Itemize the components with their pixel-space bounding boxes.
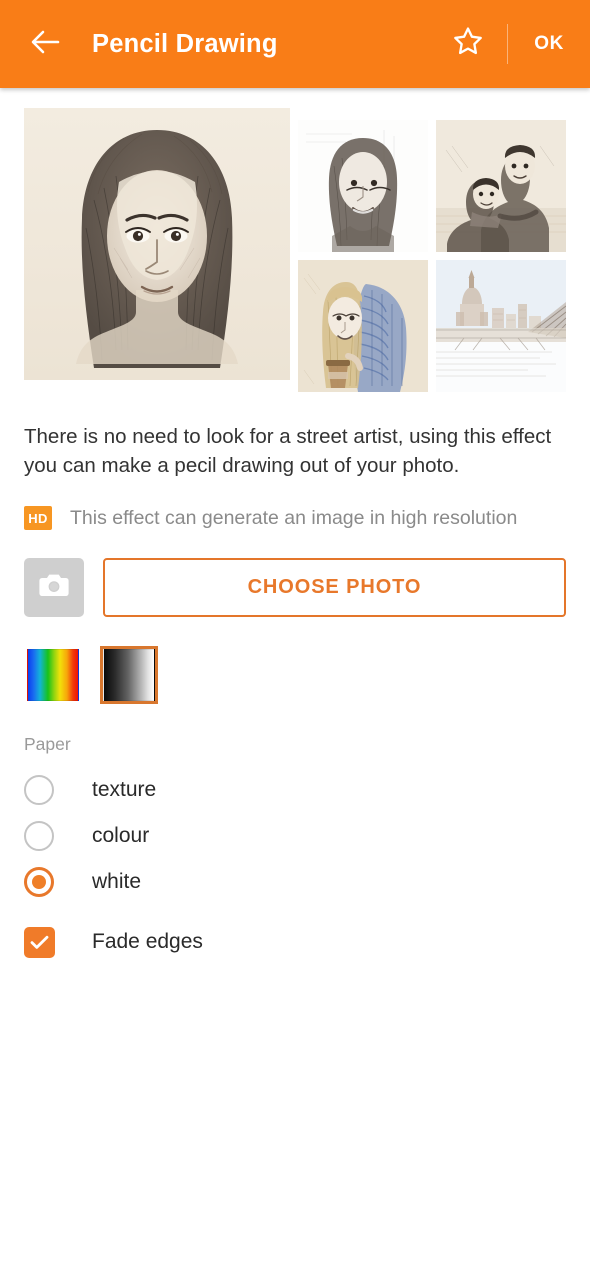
thumbnail-column	[298, 108, 566, 392]
swatch-rainbow-gradient[interactable]	[24, 646, 82, 704]
choose-photo-button[interactable]: CHOOSE PHOTO	[103, 558, 566, 617]
color-mode-swatches	[24, 646, 566, 704]
appbar-divider	[507, 24, 509, 64]
thumbnail-woman-with-coffee[interactable]	[298, 260, 428, 392]
hd-notice-text: This effect can generate an image in hig…	[70, 506, 518, 529]
star-outline-icon	[451, 25, 485, 63]
thumbnail-sketch-graphic	[436, 260, 566, 392]
thumbnail-sketch-graphic	[298, 120, 428, 252]
checkbox-checked-icon[interactable]	[24, 926, 55, 958]
effect-description: There is no need to look for a street ar…	[24, 425, 552, 477]
app-bar: Pencil Drawing OK	[0, 0, 590, 88]
paper-option-label: colour	[92, 824, 150, 847]
radio-unchecked-icon[interactable]	[24, 775, 54, 805]
paper-option-label: texture	[92, 778, 157, 801]
paper-option-label: white	[92, 870, 142, 893]
fade-edges-label: Fade edges	[92, 930, 203, 953]
paper-section-label: Paper	[24, 734, 71, 754]
thumbnail-row-top	[298, 120, 566, 252]
checkmark-icon	[30, 935, 49, 949]
back-button[interactable]	[22, 21, 68, 67]
example-gallery	[0, 88, 590, 392]
action-row: CHOOSE PHOTO	[24, 558, 566, 617]
paper-option-white[interactable]: white	[0, 859, 590, 905]
radio-unchecked-icon[interactable]	[24, 821, 54, 851]
thumbnail-sketch-graphic	[298, 260, 428, 392]
hero-example-image[interactable]	[24, 108, 290, 380]
radio-checked-icon[interactable]	[24, 867, 54, 897]
paper-option-colour[interactable]: colour	[0, 813, 590, 859]
arrow-left-icon	[30, 29, 60, 60]
thumbnail-smiling-woman[interactable]	[298, 120, 428, 252]
camera-button[interactable]	[24, 558, 84, 617]
page-title: Pencil Drawing	[92, 29, 278, 58]
paper-options: texture colour white	[0, 767, 590, 905]
thumbnail-couple-embracing[interactable]	[436, 120, 566, 252]
hd-badge: HD	[24, 506, 52, 530]
paper-option-texture[interactable]: texture	[0, 767, 590, 813]
swatch-grayscale-gradient[interactable]	[100, 646, 158, 704]
hero-sketch-graphic	[24, 108, 290, 380]
ok-button[interactable]: OK	[526, 25, 572, 63]
favorite-button[interactable]	[445, 21, 491, 67]
grayscale-gradient-icon	[103, 649, 155, 701]
thumbnail-city-skyline[interactable]	[436, 260, 566, 392]
camera-icon	[38, 571, 70, 604]
rainbow-gradient-icon	[27, 649, 79, 701]
hd-notice: HD This effect can generate an image in …	[24, 506, 566, 530]
fade-edges-option[interactable]: Fade edges	[0, 919, 590, 965]
thumbnail-sketch-graphic	[436, 120, 566, 252]
thumbnail-row-bottom	[298, 260, 566, 392]
